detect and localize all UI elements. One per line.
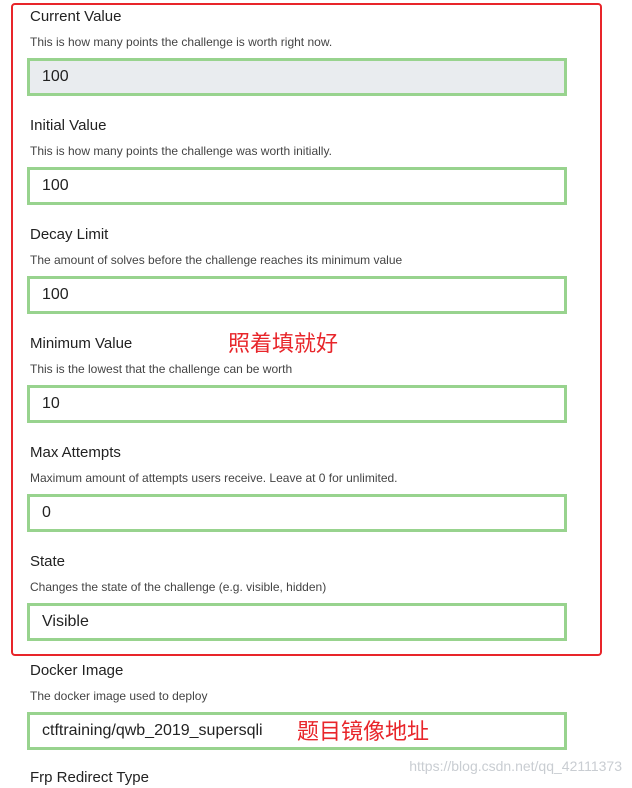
- initial-value-group: Initial Value This is how many points th…: [27, 116, 575, 205]
- state-help: Changes the state of the challenge (e.g.…: [30, 580, 327, 594]
- state-select[interactable]: Visible: [27, 603, 567, 641]
- minimum-value-input[interactable]: 10: [27, 385, 567, 423]
- watermark: https://blog.csdn.net/qq_42111373: [409, 758, 622, 774]
- decay-limit-label: Decay Limit: [30, 226, 109, 243]
- state-label: State: [30, 553, 66, 570]
- initial-value-label: Initial Value: [30, 117, 107, 134]
- annotation-fill-as-shown: 照着填就好: [228, 332, 339, 357]
- max-attempts-label: Max Attempts: [30, 444, 121, 461]
- decay-limit-group: Decay Limit The amount of solves before …: [27, 225, 575, 314]
- current-value-group: Current Value This is how many points th…: [27, 7, 575, 96]
- initial-value-input[interactable]: 100: [27, 167, 567, 205]
- current-value-input: 100: [27, 58, 567, 96]
- initial-value-help: This is how many points the challenge wa…: [30, 144, 332, 158]
- current-value-label: Current Value: [30, 8, 122, 25]
- minimum-value-help: This is the lowest that the challenge ca…: [30, 362, 293, 376]
- max-attempts-input[interactable]: 0: [27, 494, 567, 532]
- docker-image-help: The docker image used to deploy: [30, 689, 208, 703]
- docker-image-label: Docker Image: [30, 662, 124, 679]
- max-attempts-help: Maximum amount of attempts users receive…: [30, 471, 398, 485]
- decay-limit-input[interactable]: 100: [27, 276, 567, 314]
- annotation-image-address: 题目镜像地址: [297, 720, 430, 745]
- docker-image-group: Docker Image The docker image used to de…: [27, 661, 575, 750]
- current-value-help: This is how many points the challenge is…: [30, 35, 333, 49]
- decay-limit-help: The amount of solves before the challeng…: [30, 253, 403, 267]
- state-group: State Changes the state of the challenge…: [27, 552, 575, 641]
- max-attempts-group: Max Attempts Maximum amount of attempts …: [27, 443, 575, 532]
